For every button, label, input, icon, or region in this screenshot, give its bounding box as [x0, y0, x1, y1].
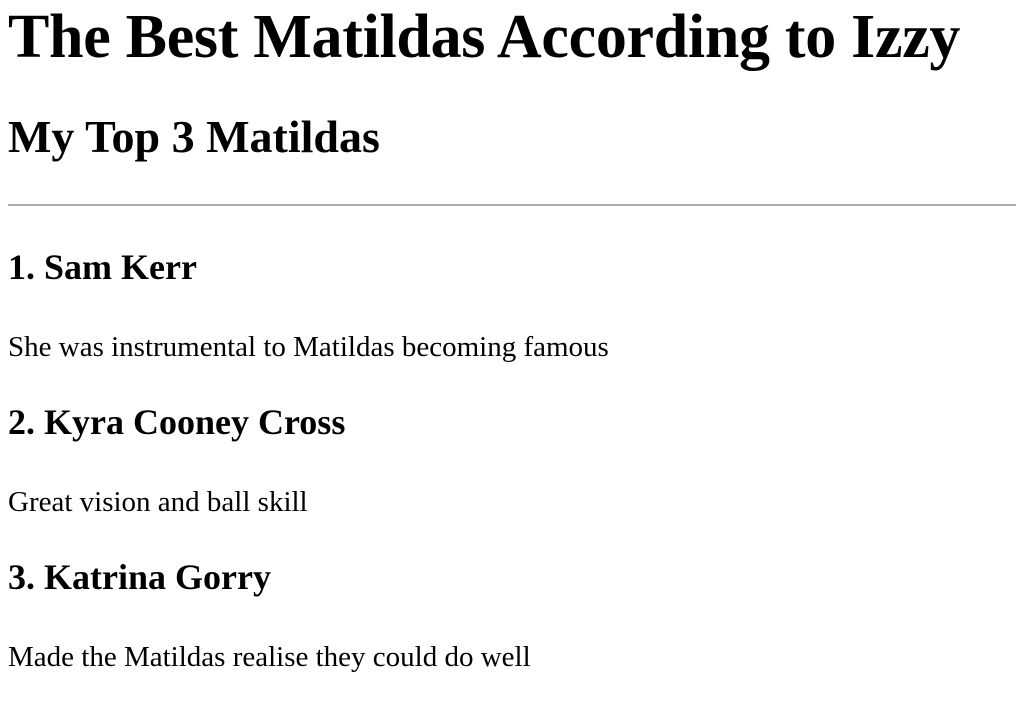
page-subtitle: My Top 3 Matildas [8, 111, 380, 162]
list-item-rank: 3. [8, 557, 35, 597]
list-item-name: Kyra Cooney Cross [44, 402, 346, 442]
list-item-description: Made the Matildas realise they could do … [8, 641, 531, 673]
list-item-name: Sam Kerr [44, 247, 197, 287]
divider [8, 204, 1016, 206]
page-title: The Best Matildas According to Izzy [8, 3, 961, 71]
list-item-rank: 1. [8, 247, 35, 287]
list-item-heading: 1. Sam Kerr [8, 247, 1016, 287]
page: The Best Matildas According to Izzy My T… [0, 0, 1016, 722]
list-item: 2. Kyra Cooney Cross Great vision and bal… [8, 402, 1016, 519]
list-item: 3. Katrina Gorry Made the Matildas realis… [8, 557, 1016, 674]
list-item-description: She was instrumental to Matildas becomin… [8, 331, 609, 363]
list-item-heading: 3. Katrina Gorry [8, 557, 1016, 597]
list-item-heading: 2. Kyra Cooney Cross [8, 402, 1016, 442]
list-item-name: Katrina Gorry [44, 557, 271, 597]
list-item-description: Great vision and ball skill [8, 486, 308, 518]
list-item-rank: 2. [8, 402, 35, 442]
list-item: 1. Sam Kerr She was instrumental to Matil… [8, 247, 1016, 364]
